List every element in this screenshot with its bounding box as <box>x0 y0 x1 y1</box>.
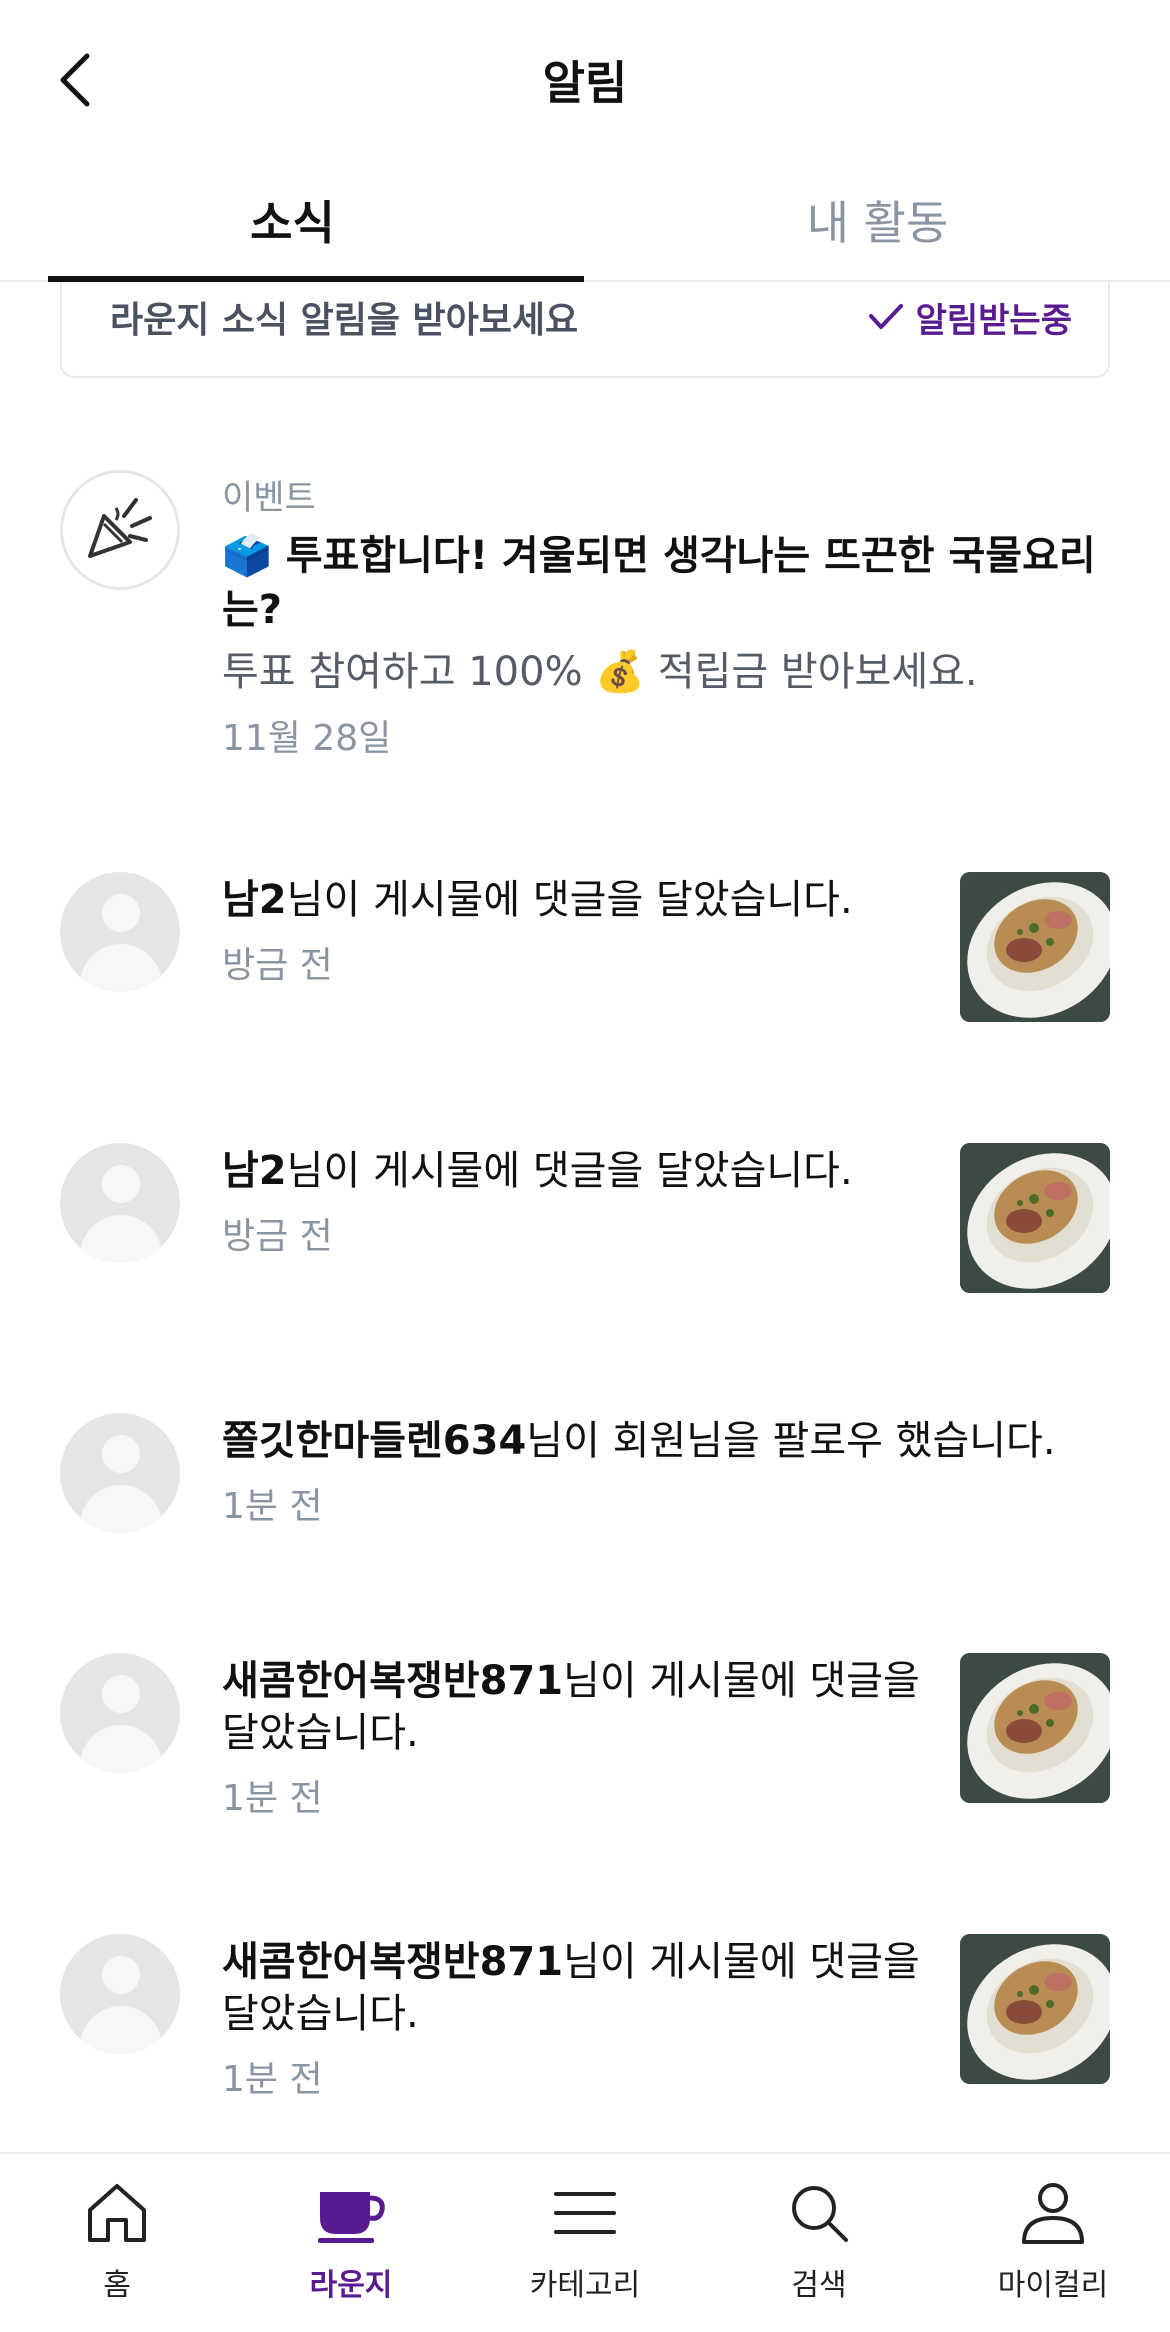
post-thumbnail[interactable] <box>960 1653 1110 1803</box>
event-notification[interactable]: 이벤트 🗳️ 투표합니다! 겨울되면 생각나는 뜨끈한 국물요리는? 투표 참여… <box>0 470 1170 770</box>
megaphone-icon <box>88 498 152 558</box>
page-title: 알림 <box>542 56 628 110</box>
subscription-toggle[interactable]: 알림받는중 <box>868 293 1072 342</box>
notification-content: 남2님이 게시물에 댓글을 달았습니다. 방금 전 <box>222 1145 922 1259</box>
nav-lounge-label: 라운지 <box>309 2268 393 2303</box>
list-item[interactable]: 새콤한어복쟁반871님이 게시물에 댓글을 달았습니다. 1분 전 <box>0 1653 1170 1833</box>
nav-mykurly-label: 마이컬리 <box>997 2268 1109 2303</box>
notification-time: 1분 전 <box>222 1778 323 1819</box>
post-thumbnail[interactable] <box>960 872 1110 1022</box>
nav-category[interactable]: 카테고리 <box>468 2154 702 2332</box>
notification-time: 방금 전 <box>222 1216 333 1257</box>
post-thumbnail[interactable] <box>960 1143 1110 1293</box>
pasta-image <box>960 1934 1110 2084</box>
event-title: 🗳️ 투표합니다! 겨울되면 생각나는 뜨끈한 국물요리는? <box>222 533 1096 633</box>
notification-content: 새콤한어복쟁반871님이 게시물에 댓글을 달았습니다. 1분 전 <box>222 1936 922 2102</box>
notification-message: 님이 게시물에 댓글을 달았습니다. <box>286 1148 853 1194</box>
user-name: 남2 <box>222 877 287 923</box>
notifications-screen: 알림 소식 내 활동 라운지 소식 알림을 받아보세요 알림받는중 이벤트 🗳️… <box>0 0 1170 2332</box>
avatar <box>60 1143 180 1263</box>
event-content: 이벤트 🗳️ 투표합니다! 겨울되면 생각나는 뜨끈한 국물요리는? 투표 참여… <box>222 470 1102 761</box>
subscription-text: 라운지 소식 알림을 받아보세요 <box>110 300 579 341</box>
event-avatar <box>60 470 180 590</box>
event-description: 투표 참여하고 100% 💰 적립금 받아보세요. <box>222 649 978 695</box>
pasta-image <box>960 1143 1110 1293</box>
user-name: 새콤한어복쟁반871 <box>222 1658 564 1704</box>
nav-home[interactable]: 홈 <box>0 2154 234 2332</box>
nav-search-label: 검색 <box>791 2268 847 2303</box>
notification-time: 1분 전 <box>222 2059 323 2100</box>
subscription-card: 라운지 소식 알림을 받아보세요 알림받는중 <box>60 282 1110 378</box>
notification-time: 1분 전 <box>222 1486 323 1527</box>
check-icon <box>868 304 903 329</box>
header: 알림 <box>0 0 1170 160</box>
post-thumbnail[interactable] <box>960 1934 1110 2084</box>
notification-content: 남2님이 게시물에 댓글을 달았습니다. 방금 전 <box>222 874 922 988</box>
avatar <box>60 1413 180 1533</box>
cup-icon <box>318 2192 385 2243</box>
notification-content: 새콤한어복쟁반871님이 게시물에 댓글을 달았습니다. 1분 전 <box>222 1655 922 1821</box>
avatar <box>60 1934 180 2054</box>
chevron-left-icon <box>60 53 90 107</box>
bottom-nav: 홈 라운지 카테고리 검색 마이컬리 <box>0 2152 1170 2332</box>
nav-mykurly[interactable]: 마이컬리 <box>936 2154 1170 2332</box>
tab-bar: 소식 내 활동 <box>0 160 1170 282</box>
menu-icon <box>554 2192 616 2234</box>
list-item[interactable]: 쫄깃한마들렌634님이 회원님을 팔로우 했습니다. 1분 전 <box>0 1413 1170 1543</box>
notification-message: 님이 회원님을 팔로우 했습니다. <box>526 1418 1056 1464</box>
notification-content: 쫄깃한마들렌634님이 회원님을 팔로우 했습니다. 1분 전 <box>222 1415 1122 1529</box>
tab-my-activity[interactable]: 내 활동 <box>585 160 1170 280</box>
avatar <box>60 872 180 992</box>
list-item[interactable]: 남2님이 게시물에 댓글을 달았습니다. 방금 전 <box>0 872 1170 1032</box>
user-name: 새콤한어복쟁반871 <box>222 1939 564 1985</box>
user-name: 쫄깃한마들렌634 <box>222 1418 527 1464</box>
back-button[interactable] <box>50 48 98 112</box>
user-name: 남2 <box>222 1148 287 1194</box>
tab-news-label: 소식 <box>250 196 335 250</box>
pasta-image <box>960 872 1110 1022</box>
nav-search[interactable]: 검색 <box>702 2154 936 2332</box>
event-time: 11월 28일 <box>222 718 392 759</box>
home-icon <box>88 2184 146 2242</box>
nav-home-label: 홈 <box>103 2268 131 2303</box>
nav-category-label: 카테고리 <box>529 2268 641 2303</box>
list-item[interactable]: 새콤한어복쟁반871님이 게시물에 댓글을 달았습니다. 1분 전 <box>0 1934 1170 2114</box>
tab-news[interactable]: 소식 <box>0 160 585 282</box>
notification-time: 방금 전 <box>222 945 333 986</box>
search-icon <box>792 2186 848 2242</box>
person-icon <box>1022 2183 1084 2244</box>
avatar <box>60 1653 180 1773</box>
list-item[interactable]: 남2님이 게시물에 댓글을 달았습니다. 방금 전 <box>0 1143 1170 1303</box>
nav-lounge[interactable]: 라운지 <box>234 2154 468 2332</box>
subscription-status: 알림받는중 <box>915 300 1072 341</box>
pasta-image <box>960 1653 1110 1803</box>
event-category: 이벤트 <box>222 478 316 518</box>
tab-my-activity-label: 내 활동 <box>806 196 949 250</box>
notification-message: 님이 게시물에 댓글을 달았습니다. <box>286 877 853 923</box>
